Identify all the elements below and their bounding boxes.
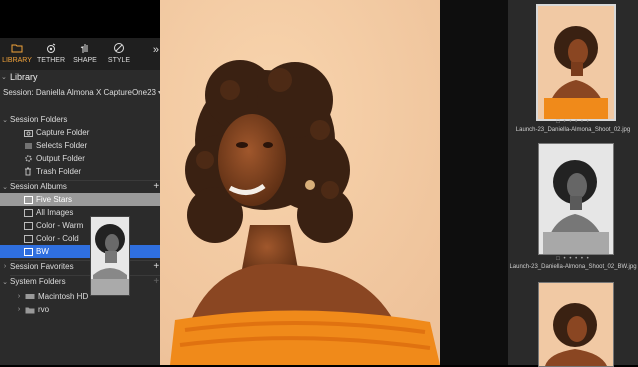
chevron-down-icon: ⌄ [2, 183, 8, 191]
session-folders-header[interactable]: ⌄ Session Folders [0, 113, 180, 126]
chevron-right-icon: › [17, 306, 21, 313]
camera-icon [45, 39, 57, 57]
session-selector[interactable]: Session: Daniella Almona X CaptureOne23 … [0, 85, 180, 99]
main-image-viewer[interactable] [160, 0, 440, 365]
drive-icon [24, 293, 36, 300]
album-bw[interactable]: BW [0, 245, 168, 258]
chevron-right-icon: › [17, 293, 21, 300]
rvo-folder-label: rvo [38, 305, 50, 314]
album-bw-label: BW [36, 247, 49, 256]
selects-folder-label: Selects Folder [36, 141, 88, 150]
system-folders-title: System Folders [10, 277, 66, 286]
session-label: Session: Daniella Almona X CaptureOne23 [3, 87, 156, 97]
thumbnail-bw[interactable] [538, 143, 614, 255]
library-panel: LIBRARY TETHER SHAPE STYLE » ⋮ ⌄ Library [0, 38, 180, 365]
rating-dots[interactable]: □ • • • • • [508, 256, 638, 262]
add-favorite-icon[interactable]: + [153, 261, 159, 272]
album-five-stars-label: Five Stars [36, 195, 73, 204]
add-folder-icon[interactable]: + [153, 276, 159, 287]
gear-icon [22, 154, 34, 163]
capture-folder-label: Capture Folder [36, 128, 90, 137]
rating-dots[interactable]: □ • • • • • [508, 119, 638, 125]
portrait-photo [160, 0, 440, 365]
add-album-icon[interactable]: + [153, 181, 159, 192]
camera-icon [22, 129, 34, 137]
tab-shape-label: SHAPE [73, 57, 97, 64]
album-icon [22, 234, 34, 243]
trash-icon [22, 167, 34, 176]
tab-shape[interactable]: SHAPE [68, 38, 102, 70]
folder-icon [11, 39, 23, 57]
tab-library-label: LIBRARY [2, 57, 32, 64]
dragged-thumbnail[interactable] [90, 216, 130, 296]
trash-folder-label: Trash Folder [36, 167, 82, 176]
thumbnail-color[interactable] [536, 4, 616, 121]
viewer-margin [440, 0, 508, 365]
macintosh-hd-label: Macintosh HD [38, 292, 89, 301]
session-albums-header[interactable]: ⌄ Session Albums + − [0, 180, 180, 193]
output-folder-label: Output Folder [36, 154, 85, 163]
thumbnail-label: Launch-23_Daniella-Almona_Shoot_02_BW.jp… [509, 264, 637, 270]
tab-tether-label: TETHER [37, 57, 65, 64]
session-folders-title: Session Folders [10, 115, 68, 124]
top-black-area [0, 0, 160, 38]
album-icon [22, 208, 34, 217]
library-header[interactable]: ⌄ Library ··· [0, 68, 180, 84]
album-all-images-label: All Images [36, 208, 74, 217]
library-title: Library [10, 72, 38, 82]
chevron-down-icon: ⌄ [2, 116, 8, 124]
tool-tabs: LIBRARY TETHER SHAPE STYLE » ⋮ [0, 38, 180, 70]
chevron-right-icon: › [3, 263, 7, 270]
checklist-icon [22, 142, 34, 150]
tab-tether[interactable]: TETHER [34, 38, 68, 70]
album-icon [22, 221, 34, 230]
tab-library[interactable]: LIBRARY [0, 38, 34, 70]
double-chevron-right-icon[interactable]: » [153, 44, 159, 57]
tab-style-label: STYLE [107, 57, 131, 64]
album-color-warm-label: Color - Warm [36, 221, 84, 230]
chevron-down-icon: ⌄ [1, 74, 7, 81]
tab-style[interactable]: STYLE [102, 38, 136, 70]
hand-icon [80, 39, 90, 57]
palette-icon [113, 39, 125, 57]
album-color-cold-label: Color - Cold [36, 234, 79, 243]
session-albums-title: Session Albums [10, 182, 67, 191]
album-five-stars[interactable]: Five Stars [0, 193, 174, 206]
thumbnail-label: Launch-23_Daniella-Almona_Shoot_02.jpg [515, 127, 631, 133]
folder-icon [24, 306, 36, 314]
thumbnail-color-2[interactable] [538, 282, 614, 367]
session-favorites-title: Session Favorites [10, 262, 74, 271]
album-icon [22, 247, 34, 256]
chevron-down-icon: ⌄ [2, 278, 8, 286]
album-icon [22, 195, 34, 204]
